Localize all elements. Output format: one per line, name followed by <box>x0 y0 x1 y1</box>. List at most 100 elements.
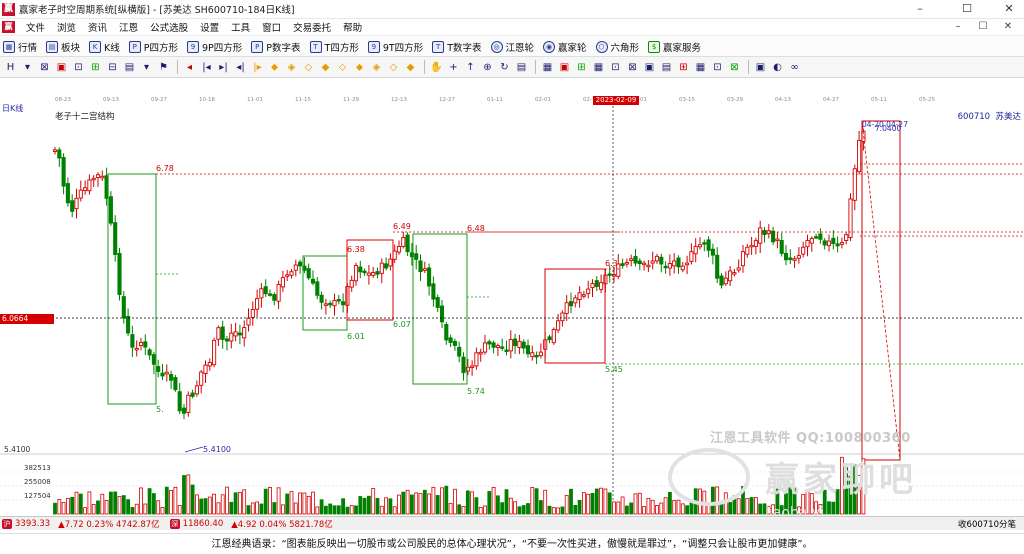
candle-body <box>659 256 664 265</box>
candle-body <box>646 264 651 268</box>
candle-body <box>478 351 483 355</box>
volume-bar <box>749 497 754 515</box>
volume-bar <box>173 486 178 515</box>
volume-bar <box>298 492 303 515</box>
volume-bar <box>117 496 122 515</box>
volume-bar <box>607 492 612 515</box>
candle-body <box>405 234 410 253</box>
volume-bar <box>66 498 70 515</box>
volume-bar <box>83 507 87 515</box>
candle-body <box>263 286 268 295</box>
candle-body <box>749 244 754 248</box>
candle-body <box>650 260 655 264</box>
volume-bar <box>500 502 505 515</box>
gann-box <box>107 173 157 405</box>
volume-bar <box>706 505 711 515</box>
watermark-text: 江恩工具软件 QQ:100800360 <box>710 431 911 446</box>
level-label: 6.07 <box>393 320 411 329</box>
volume-bar <box>599 487 603 515</box>
candle-body <box>328 302 333 306</box>
volume-bar <box>130 507 135 515</box>
candle-body <box>728 270 733 282</box>
volume-bar <box>143 503 148 515</box>
volume-bar <box>728 502 732 515</box>
candle-body <box>358 266 363 273</box>
candle-body <box>138 341 144 346</box>
candle-body <box>173 377 178 391</box>
candle-body <box>276 284 281 302</box>
volume-bar <box>431 486 436 515</box>
volume-bar <box>74 491 79 515</box>
volume-bar <box>113 491 118 515</box>
candle-body <box>298 261 303 267</box>
candle-body <box>70 200 75 212</box>
level-label: 6.48 <box>467 224 485 233</box>
volume-bar <box>629 502 634 515</box>
volume-bar <box>164 486 169 515</box>
sz-index-value[interactable]: 11860.40 <box>183 519 224 529</box>
candle-body <box>826 240 832 247</box>
candle-body <box>319 294 324 303</box>
candle-body <box>461 356 466 374</box>
candle-body <box>194 385 199 395</box>
volume-bar <box>311 491 315 515</box>
candle-body <box>642 262 647 266</box>
volume-bar <box>293 502 298 515</box>
tick-detail-link[interactable]: 收600710分笔 <box>958 518 1016 530</box>
candle-body <box>186 394 191 413</box>
volume-bar <box>513 501 517 515</box>
volume-bar <box>182 475 186 515</box>
volume-bar <box>418 493 423 515</box>
candle-body <box>689 251 694 262</box>
sh-index-value[interactable]: 3393.33 <box>15 519 50 529</box>
period-label[interactable]: 日K线 <box>2 103 23 114</box>
volume-bar <box>100 493 105 515</box>
volume-bar <box>625 505 629 515</box>
candle-body <box>280 277 285 288</box>
volume-tick: 255008 <box>24 478 51 486</box>
volume-bar <box>194 494 199 515</box>
level-label: 6.49 <box>393 222 411 231</box>
candle-body <box>629 258 634 261</box>
volume-bar <box>435 495 440 515</box>
level-label: 5. <box>156 405 164 414</box>
candle-body <box>121 296 126 319</box>
level-label: 5.74 <box>467 387 485 396</box>
volume-bar <box>237 492 242 515</box>
candle-body <box>857 139 862 173</box>
candle-body <box>207 361 212 367</box>
candle-body <box>568 301 574 307</box>
candle-body <box>177 391 182 412</box>
candle-body <box>822 240 827 246</box>
candle-body <box>91 177 96 181</box>
candle-body <box>560 312 565 322</box>
candle-body <box>831 237 836 245</box>
candle-body <box>753 240 758 247</box>
volume-bar <box>259 503 264 515</box>
candle-body <box>220 326 225 340</box>
volume-bar <box>139 487 143 515</box>
level-label: 6.3 <box>605 259 618 268</box>
candle-body <box>796 255 801 259</box>
volume-bar <box>668 491 672 515</box>
candle-body <box>740 251 746 267</box>
candle-body <box>259 288 264 299</box>
volume-bar <box>556 507 560 515</box>
candle-body <box>74 197 79 210</box>
candle-body <box>224 338 230 342</box>
volume-bar <box>401 491 406 515</box>
volume-bar <box>440 487 444 515</box>
candle-body <box>255 298 260 310</box>
candle-body <box>414 253 419 260</box>
volume-bar <box>659 502 664 515</box>
candle-body <box>199 371 204 386</box>
volume-bar <box>276 487 281 515</box>
candle-body <box>323 303 328 306</box>
candle-body <box>181 407 187 414</box>
volume-bar <box>57 499 62 515</box>
volume-bar <box>199 498 204 515</box>
volume-bar <box>560 506 565 515</box>
candle-body <box>113 222 118 255</box>
candle-body <box>771 230 776 243</box>
candle-body <box>525 345 531 355</box>
